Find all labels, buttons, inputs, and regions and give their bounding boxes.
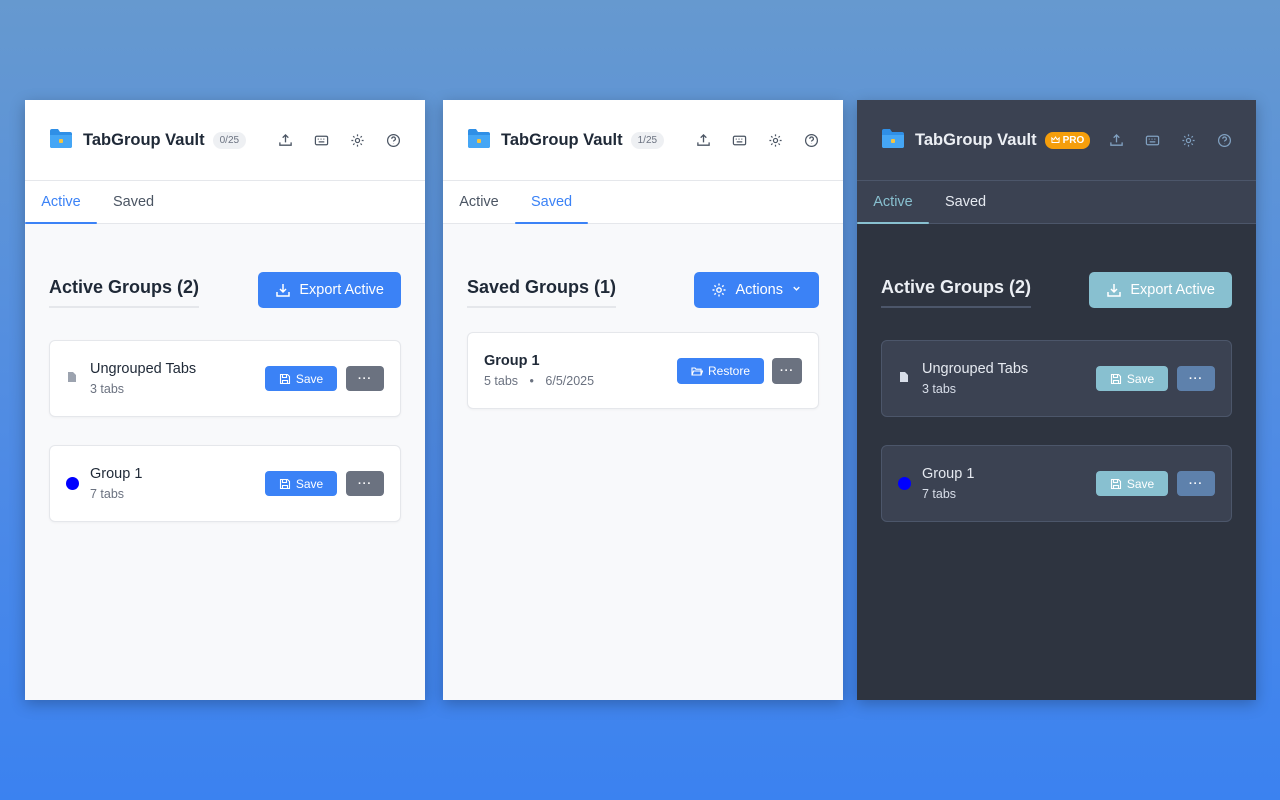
folder-logo-icon [49, 127, 73, 154]
folder-logo-icon [467, 127, 491, 154]
save-icon [279, 478, 290, 489]
save-icon [1110, 373, 1121, 384]
app-title: TabGroup Vault [915, 130, 1037, 149]
tab-active[interactable]: Active [857, 181, 929, 224]
app-title: TabGroup Vault [83, 130, 205, 149]
save-button[interactable]: Save [265, 471, 337, 496]
save-label: Save [295, 371, 324, 386]
header: TabGroup Vault 0/25 [25, 100, 425, 181]
group-name: Group 1 [90, 466, 143, 482]
upload-icon[interactable] [277, 132, 293, 148]
gear-icon [712, 283, 726, 297]
saved-group-card: Group 1 5 tabs • 6/5/2025 Restore ··· [467, 332, 819, 409]
group-color-dot [898, 477, 911, 490]
saved-date: 6/5/2025 [545, 374, 595, 388]
group-name: Ungrouped Tabs [922, 361, 1029, 377]
save-label: Save [1126, 371, 1155, 386]
keyboard-icon[interactable] [1144, 132, 1160, 148]
usage-count-badge: 0/25 [212, 131, 247, 149]
restore-button[interactable]: Restore [677, 357, 764, 384]
popup-panel-saved: TabGroup Vault 1/25 Active Saved Saved G… [443, 100, 843, 700]
group-color-dot [66, 477, 79, 490]
tab-count: 7 tabs [90, 487, 125, 501]
tab-active[interactable]: Active [25, 181, 97, 224]
tab-count: 3 tabs [90, 382, 125, 396]
meta-separator: • [529, 374, 534, 388]
actions-dropdown-button[interactable]: Actions [694, 272, 819, 308]
group-card: Ungrouped Tabs 3 tabs Save ··· [49, 340, 401, 417]
gear-icon[interactable] [767, 132, 783, 148]
save-label: Save [1126, 476, 1155, 491]
more-button[interactable]: ··· [772, 357, 802, 384]
help-icon[interactable] [385, 132, 401, 148]
tab-active[interactable]: Active [443, 181, 515, 223]
upload-icon[interactable] [1108, 132, 1124, 148]
pro-label: PRO [1062, 134, 1085, 146]
save-icon [1110, 478, 1121, 489]
popup-panel-active: TabGroup Vault 0/25 Active Saved Active … [25, 100, 425, 700]
save-button[interactable]: Save [265, 366, 337, 391]
document-icon [66, 370, 78, 388]
section-title: Active Groups (2) [881, 277, 1032, 308]
more-button[interactable]: ··· [1177, 366, 1215, 391]
tab-bar: Active Saved [857, 181, 1256, 224]
app-title: TabGroup Vault [501, 130, 623, 149]
header: TabGroup Vault 1/25 [443, 100, 843, 181]
export-active-button[interactable]: Export Active [258, 272, 401, 308]
help-icon[interactable] [1216, 132, 1232, 148]
tab-count: 3 tabs [922, 382, 957, 396]
keyboard-icon[interactable] [313, 132, 329, 148]
more-button[interactable]: ··· [346, 471, 384, 496]
restore-label: Restore [707, 363, 751, 378]
tab-count: 7 tabs [922, 487, 957, 501]
save-icon [279, 373, 290, 384]
group-card: Group 1 7 tabs Save ··· [881, 445, 1232, 522]
pro-badge: PRO [1044, 131, 1091, 149]
folder-logo-icon [881, 127, 905, 154]
tab-saved[interactable]: Saved [515, 181, 589, 224]
export-active-button[interactable]: Export Active [1089, 272, 1232, 308]
tab-saved[interactable]: Saved [929, 181, 1002, 223]
tab-bar: Active Saved [25, 181, 425, 224]
group-card: Ungrouped Tabs 3 tabs Save ··· [881, 340, 1232, 417]
export-active-label: Export Active [1130, 282, 1215, 298]
download-icon [1107, 284, 1122, 297]
save-button[interactable]: Save [1096, 366, 1168, 391]
chevron-down-icon [791, 282, 802, 298]
crown-icon [1050, 136, 1060, 143]
group-card: Group 1 7 tabs Save ··· [49, 445, 401, 522]
section-title: Saved Groups (1) [467, 277, 617, 308]
tab-bar: Active Saved [443, 181, 843, 224]
header: TabGroup Vault PRO [857, 100, 1256, 181]
group-name: Ungrouped Tabs [90, 361, 197, 377]
more-button[interactable]: ··· [346, 366, 384, 391]
group-name: Group 1 [484, 353, 540, 369]
more-button[interactable]: ··· [1177, 471, 1215, 496]
download-icon [276, 284, 291, 297]
tab-count: 5 tabs [484, 374, 519, 388]
document-icon [898, 370, 910, 388]
gear-icon[interactable] [349, 132, 365, 148]
save-label: Save [295, 476, 324, 491]
export-active-label: Export Active [299, 282, 384, 298]
folder-open-icon [691, 366, 703, 376]
section-title: Active Groups (2) [49, 277, 200, 308]
tab-saved[interactable]: Saved [97, 181, 170, 223]
gear-icon[interactable] [1180, 132, 1196, 148]
popup-panel-dark: TabGroup Vault PRO Active Saved Active G… [857, 100, 1256, 700]
keyboard-icon[interactable] [731, 132, 747, 148]
help-icon[interactable] [803, 132, 819, 148]
save-button[interactable]: Save [1096, 471, 1168, 496]
usage-count-badge: 1/25 [630, 131, 665, 149]
actions-label: Actions [735, 282, 783, 298]
upload-icon[interactable] [695, 132, 711, 148]
group-meta: 5 tabs • 6/5/2025 [484, 374, 594, 388]
group-name: Group 1 [922, 466, 975, 482]
